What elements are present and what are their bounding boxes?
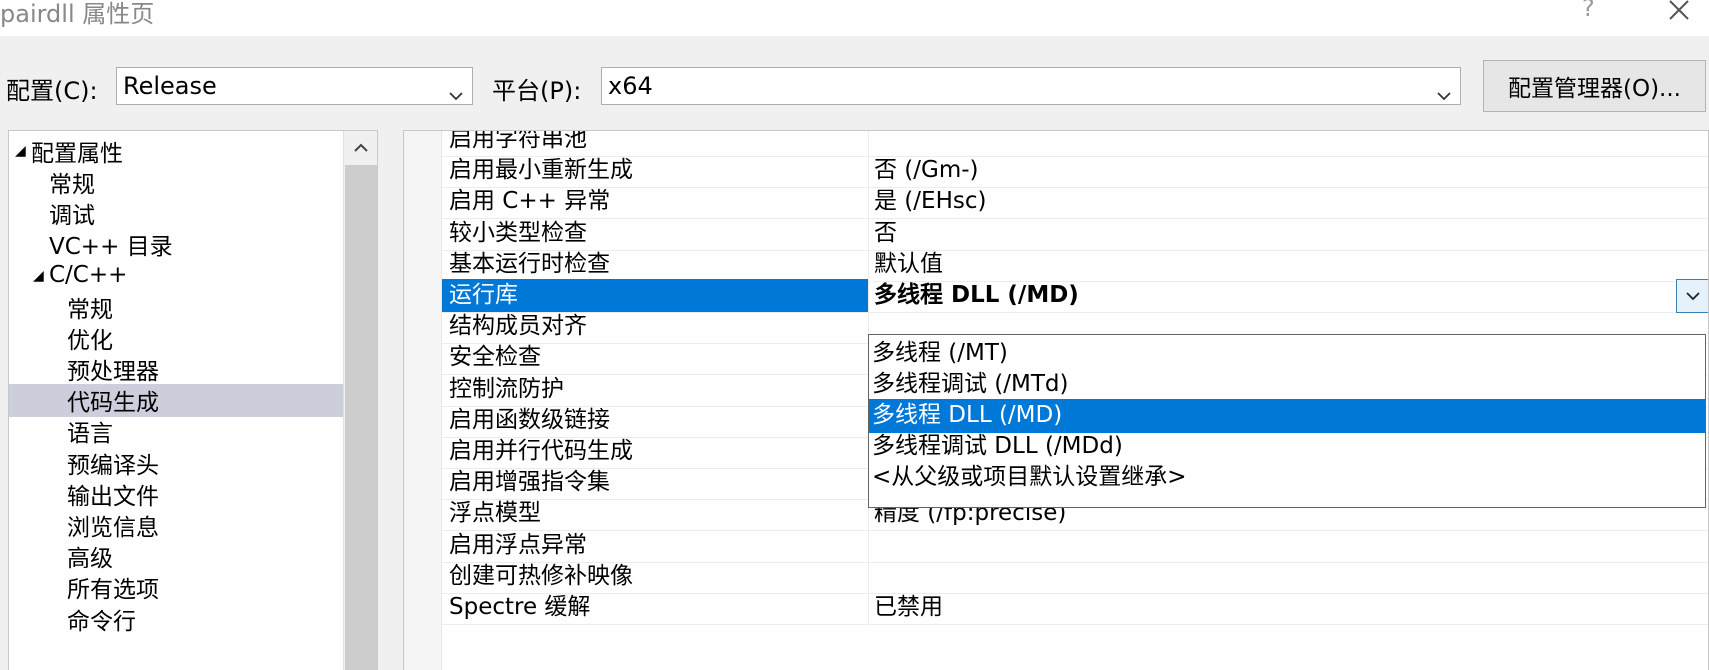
- property-name: 运行库: [442, 279, 869, 313]
- chevron-down-icon: [1436, 80, 1452, 101]
- tree-item-label: 常规: [67, 296, 113, 323]
- property-row[interactable]: 启用字符串池: [442, 131, 1708, 157]
- tree-item[interactable]: 常规: [9, 165, 343, 198]
- tree-item[interactable]: 高级: [9, 540, 343, 573]
- grid-gutter: [404, 131, 442, 670]
- property-name: 启用增强指令集: [442, 466, 869, 501]
- tree-scrollbar[interactable]: [343, 131, 377, 670]
- property-name: 启用浮点异常: [442, 528, 869, 563]
- property-value[interactable]: 是 (/EHsc): [870, 185, 1708, 220]
- platform-select[interactable]: x64: [601, 67, 1461, 105]
- property-row[interactable]: 运行库 多线程 DLL (/MD): [442, 279, 1708, 313]
- property-name: 启用 C++ 异常: [442, 185, 869, 220]
- tree-item[interactable]: 预编译头: [9, 446, 343, 479]
- tree-item[interactable]: ◢ 配置属性: [9, 134, 343, 167]
- tree-item[interactable]: 浏览信息: [9, 508, 343, 541]
- property-name: 启用字符串池: [442, 131, 869, 157]
- window-title: pairdll 属性页: [0, 0, 155, 28]
- tree-item-label: 所有选项: [67, 577, 159, 604]
- dropdown-option[interactable]: <从父级或项目默认设置继承>: [869, 461, 1705, 495]
- help-icon[interactable]: ?: [1582, 0, 1595, 22]
- tree-item[interactable]: 语言: [9, 415, 343, 448]
- property-name: 较小类型检查: [442, 216, 869, 251]
- property-value[interactable]: [870, 529, 1708, 563]
- property-row[interactable]: 较小类型检查否: [442, 216, 1708, 251]
- tree-item-label: 输出文件: [67, 483, 159, 510]
- property-value[interactable]: 多线程 DLL (/MD): [870, 279, 1708, 313]
- property-value[interactable]: 否: [870, 217, 1708, 251]
- dropdown-option[interactable]: 多线程调试 DLL (/MDd): [869, 430, 1705, 464]
- tree-item-label: 优化: [67, 327, 113, 354]
- tree-item-label: VC++ 目录: [49, 234, 173, 261]
- runtime-library-dropdown[interactable]: 多线程 (/MT) 多线程调试 (/MTd) 多线程 DLL (/MD) 多线程调试 …: [868, 334, 1706, 508]
- expanded-triangle-icon[interactable]: ◢: [15, 143, 26, 159]
- property-value[interactable]: 默认值: [870, 248, 1708, 282]
- property-row[interactable]: 启用最小重新生成否 (/Gm-): [442, 154, 1708, 189]
- tree-item-label: 命令行: [67, 608, 136, 635]
- property-row[interactable]: 启用浮点异常: [442, 528, 1708, 563]
- title-bar: [0, 0, 1709, 36]
- tree-item-label: 预处理器: [67, 358, 159, 385]
- property-name: 创建可热修补映像: [442, 559, 869, 594]
- tree-item-label: 浏览信息: [67, 514, 159, 541]
- scroll-thumb[interactable]: [345, 165, 377, 670]
- property-value[interactable]: 已禁用: [870, 591, 1708, 625]
- tree-item-label: 预编译头: [67, 452, 159, 479]
- property-name: 基本运行时检查: [442, 247, 869, 282]
- tree-item[interactable]: 命令行: [9, 602, 343, 635]
- tree-item[interactable]: 所有选项: [9, 571, 343, 604]
- tree-item-label: 配置属性: [31, 140, 123, 167]
- platform-label: 平台(P):: [492, 77, 582, 105]
- tree-item[interactable]: 调试: [9, 196, 343, 229]
- property-name: 浮点模型: [442, 497, 869, 532]
- tree-item[interactable]: ◢ C/C++: [9, 259, 343, 292]
- dropdown-option[interactable]: 多线程 (/MT): [869, 337, 1705, 371]
- property-name: 启用并行代码生成: [442, 435, 869, 469]
- config-select[interactable]: Release: [116, 67, 473, 105]
- config-value: Release: [123, 72, 217, 100]
- property-row[interactable]: 启用 C++ 异常是 (/EHsc): [442, 185, 1708, 220]
- tree-item-label: C/C++: [49, 262, 128, 289]
- dropdown-option[interactable]: 多线程 DLL (/MD): [869, 399, 1705, 433]
- property-name: 控制流防护: [442, 372, 869, 407]
- property-row[interactable]: Spectre 缓解 已禁用: [442, 591, 1708, 625]
- dropdown-option[interactable]: 多线程调试 (/MTd): [869, 368, 1705, 402]
- close-icon[interactable]: [1664, 0, 1694, 22]
- expanded-triangle-icon[interactable]: ◢: [33, 268, 44, 284]
- property-value[interactable]: 否 (/Gm-): [870, 154, 1708, 189]
- property-name: Spectre 缓解: [442, 591, 869, 625]
- value-dropdown-button[interactable]: [1676, 279, 1708, 313]
- property-value[interactable]: [870, 131, 1708, 157]
- platform-value: x64: [608, 72, 653, 100]
- tree-item-label: 代码生成: [67, 390, 159, 417]
- config-label: 配置(C):: [6, 77, 98, 105]
- property-tree[interactable]: ◢ 配置属性 常规 调试 VC++ 目录 ◢ C/C++ 常规 优化 预处理器 代码生成 语言 预编译头…: [8, 130, 378, 670]
- scroll-up-icon[interactable]: [344, 131, 377, 165]
- tree-item[interactable]: 输出文件: [9, 477, 343, 510]
- tree-item-label: 语言: [67, 421, 113, 448]
- tree-item-label: 调试: [49, 202, 95, 229]
- tree-item-label: 常规: [49, 171, 95, 198]
- property-name: 结构成员对齐: [442, 310, 869, 345]
- property-name: 启用函数级链接: [442, 403, 869, 438]
- property-name: 安全检查: [442, 341, 869, 376]
- property-row[interactable]: 创建可热修补映像: [442, 559, 1708, 594]
- tree-item[interactable]: 优化: [9, 321, 343, 354]
- tree-item[interactable]: VC++ 目录: [9, 228, 343, 261]
- tree-item-label: 高级: [67, 546, 113, 573]
- property-value[interactable]: [870, 560, 1708, 594]
- tree-item[interactable]: 常规: [9, 290, 343, 323]
- tree-item[interactable]: 预处理器: [9, 352, 343, 385]
- chevron-down-icon: [1686, 292, 1700, 301]
- property-row[interactable]: 基本运行时检查 默认值: [442, 247, 1708, 282]
- property-name: 启用最小重新生成: [442, 154, 869, 189]
- configuration-manager-button[interactable]: 配置管理器(O)...: [1483, 60, 1706, 112]
- tree-item[interactable]: 代码生成: [9, 383, 343, 417]
- chevron-down-icon: [448, 80, 464, 101]
